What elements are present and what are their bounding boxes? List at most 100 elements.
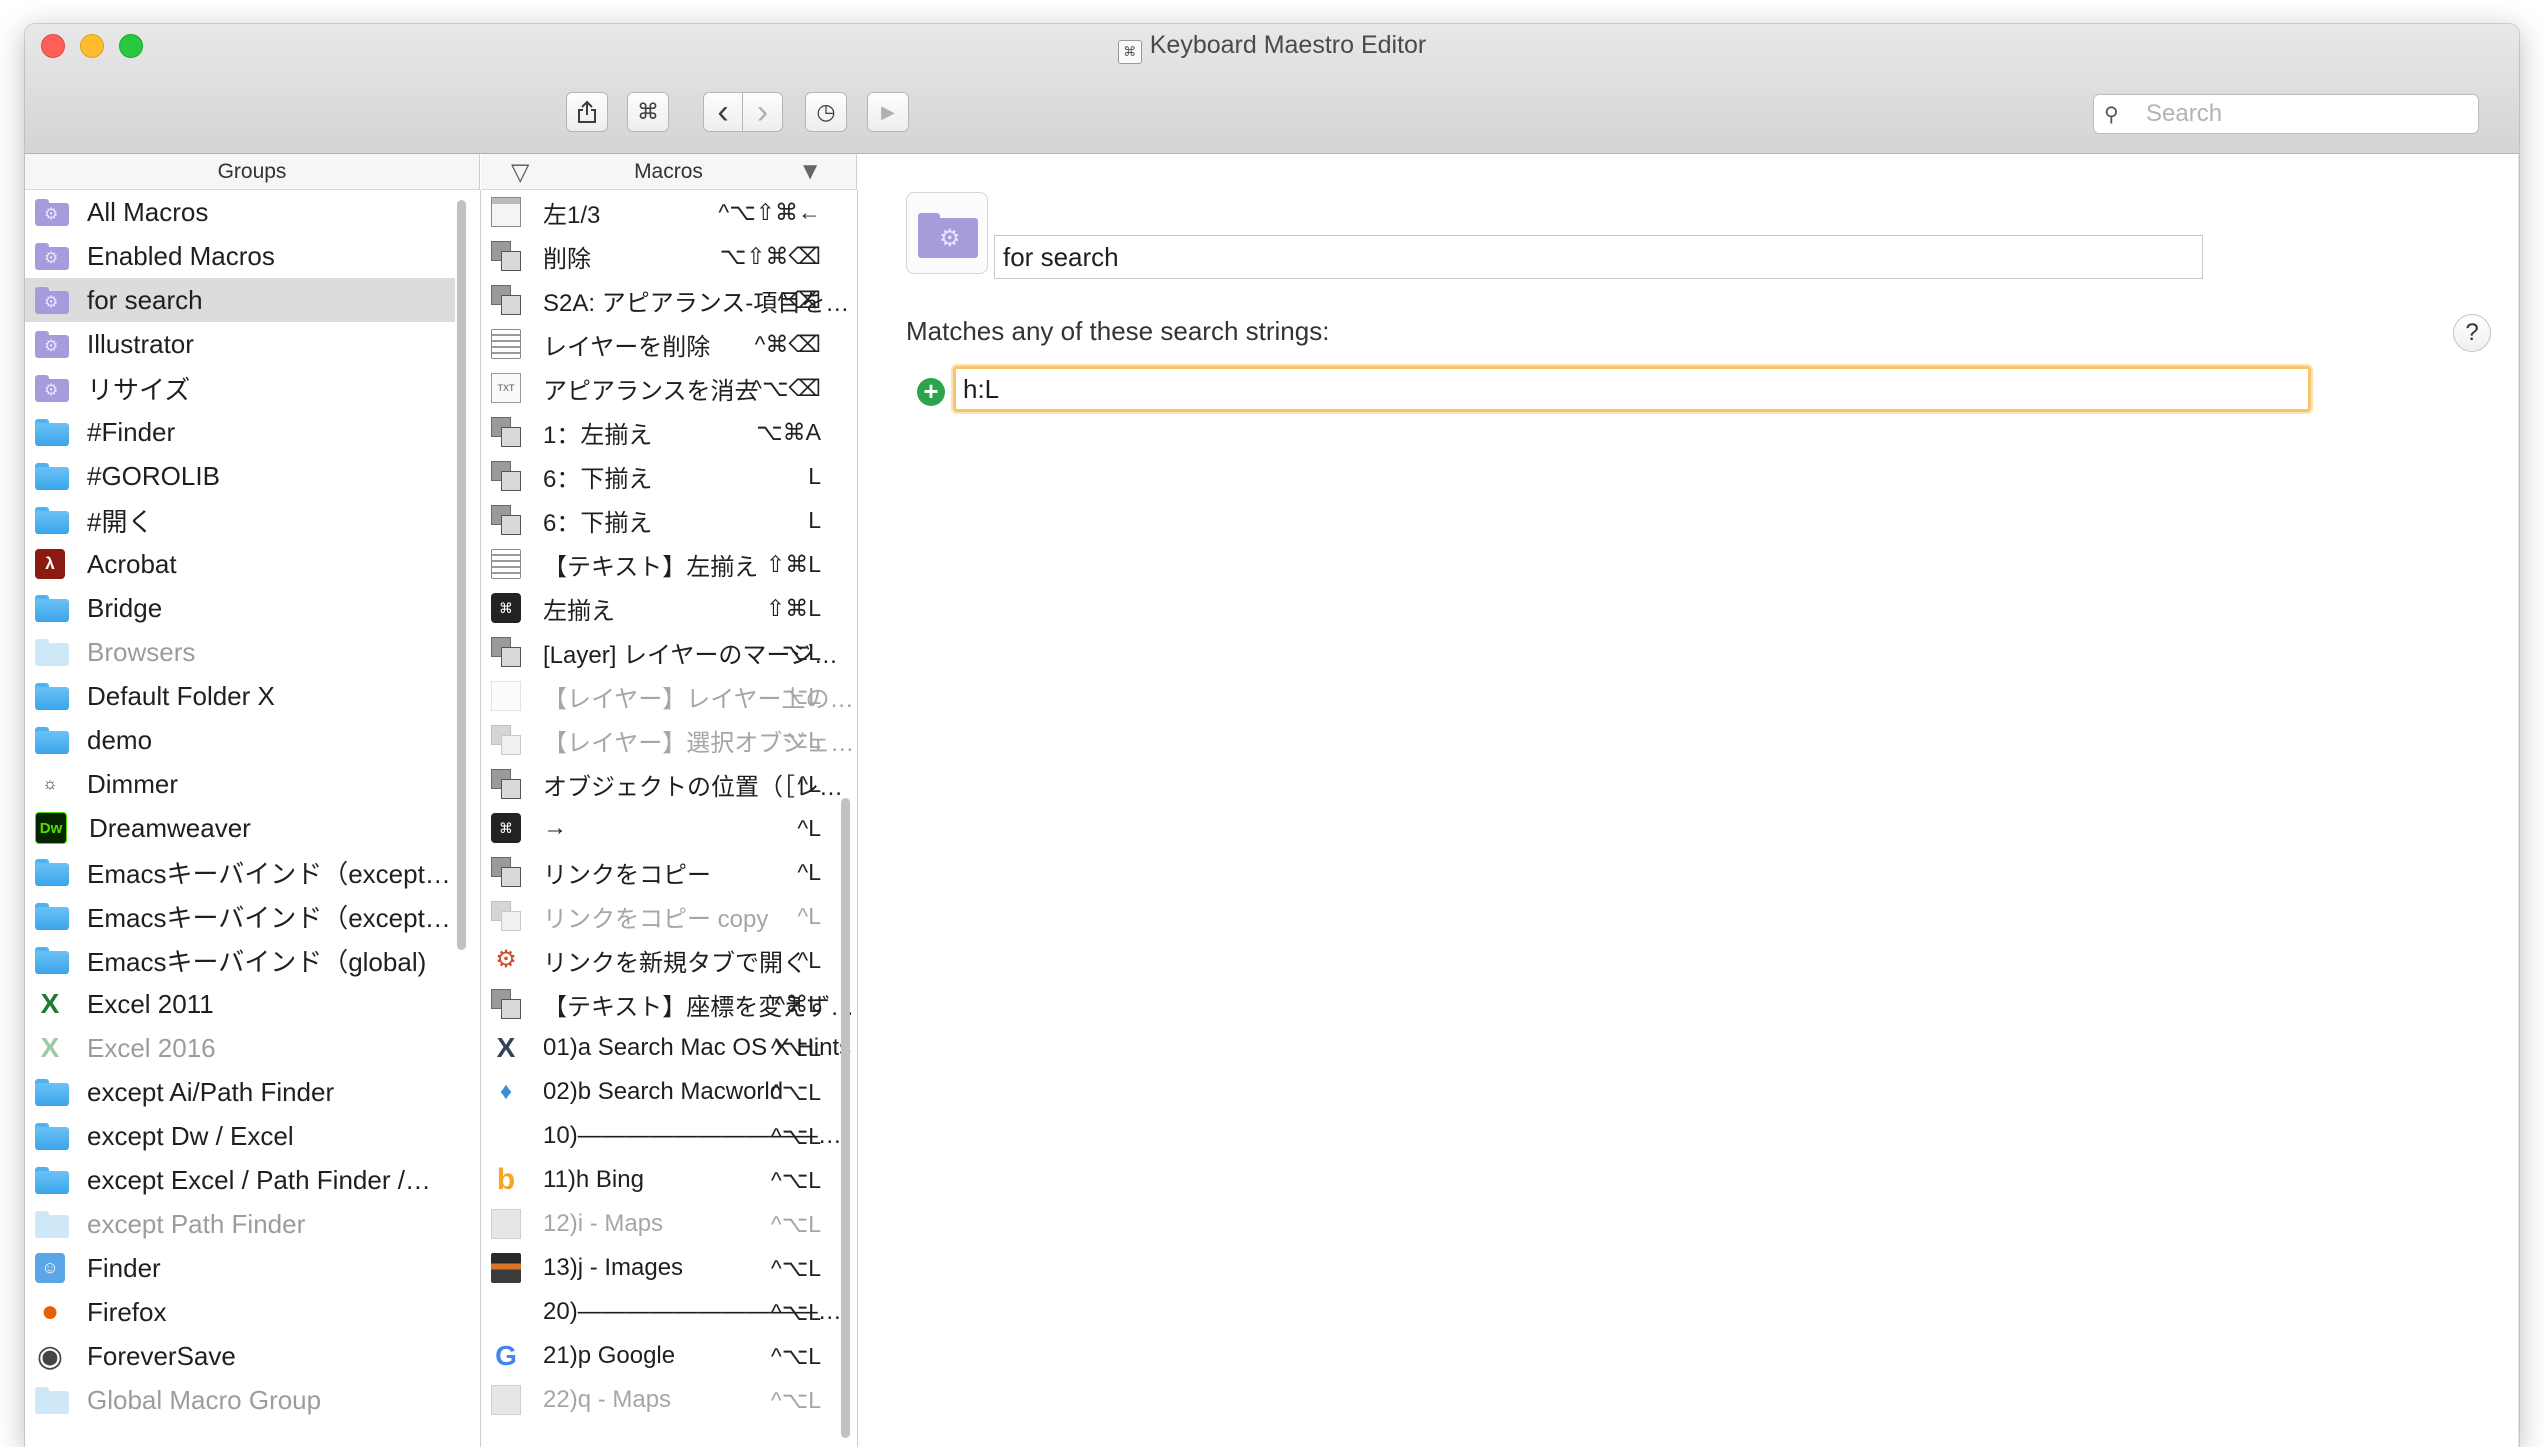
google-icon: G [495, 1340, 517, 1371]
group-item[interactable]: Dw Dreamweaver [25, 806, 480, 850]
macro-item[interactable]: リンクをコピー copy ^L [481, 894, 857, 938]
macro-item[interactable]: 【レイヤー】選択オブジェクトを新規レイ…⌥L [481, 718, 857, 762]
macros-scrollbar[interactable] [841, 798, 850, 1438]
run-button[interactable]: ▶ [867, 92, 909, 132]
macro-item[interactable]: 左1/3 ^⌥⇧⌘← [481, 190, 857, 234]
chevron-left-icon: ‹ [717, 93, 729, 131]
groups-header: Groups [25, 154, 480, 190]
folder-icon [35, 638, 69, 666]
group-detail-pane: for search Matches any of these search s… [858, 154, 2519, 1447]
command-button[interactable]: ⌘ [627, 92, 669, 132]
group-item[interactable]: All Macros [25, 190, 480, 234]
macro-item[interactable]: リンクをコピー ^L [481, 850, 857, 894]
group-item[interactable]: Emacsキーバインド（global) [25, 938, 480, 982]
group-item-label: Firefox [87, 1296, 167, 1327]
macro-item[interactable]: 10)――――――――――――― ^⌥L [481, 1114, 857, 1158]
group-name-field[interactable]: for search [994, 235, 2203, 279]
group-item[interactable]: X Excel 2011 [25, 982, 480, 1026]
hotkey-label: ^⌥L [770, 1387, 821, 1413]
group-item[interactable]: except Path Finder [25, 1202, 480, 1246]
play-icon: ▶ [881, 101, 895, 122]
group-item-label: Excel 2011 [87, 988, 214, 1019]
macro-item[interactable]: オブジェクトの位置（［レイヤー］パネル…^L [481, 762, 857, 806]
help-button[interactable]: ? [2453, 314, 2491, 352]
group-item[interactable]: Global Macro Group [25, 1378, 480, 1422]
group-item-label: Bridge [87, 592, 163, 623]
macro-item[interactable]: 6：下揃え L [481, 454, 857, 498]
macro-item[interactable]: G 21)p Google ^⌥L [481, 1334, 857, 1378]
macro-item[interactable]: [Layer] レイヤーのマージと整理 ⌥L [481, 630, 857, 674]
folder-icon [35, 682, 69, 710]
search-input[interactable] [2144, 99, 2448, 129]
macro-item[interactable]: b 11)h Bing ^⌥L [481, 1158, 857, 1202]
macro-item[interactable]: ⌘ 左揃え ⇧⌘L [481, 586, 857, 630]
group-item[interactable]: except Dw / Excel [25, 1114, 480, 1158]
macro-item[interactable]: TXT アピアランスを消去 ^⌥⌫ [481, 366, 857, 410]
group-item-label: Dimmer [87, 768, 178, 799]
macro-item[interactable]: 1：左揃え ⌥⌘A [481, 410, 857, 454]
macro-item[interactable]: S2A: アピアランス-項目を削除 ^⌫ [481, 278, 857, 322]
group-item[interactable]: Illustrator [25, 322, 480, 366]
macro-item[interactable]: ⚙ リンクを新規タブで開く ^L [481, 938, 857, 982]
group-item[interactable]: Bridge [25, 586, 480, 630]
group-item[interactable]: Default Folder X [25, 674, 480, 718]
group-item-label: Dreamweaver [89, 812, 251, 843]
search-field[interactable]: ⚲ [2093, 94, 2479, 134]
group-item[interactable]: #開く [25, 498, 480, 542]
group-item[interactable]: λ Acrobat [25, 542, 480, 586]
group-item-label: Emacsキーバインド（global) [87, 946, 427, 977]
macro-item[interactable]: 削除 ⌥⇧⌘⌫ [481, 234, 857, 278]
group-item[interactable]: ☼ Dimmer [25, 762, 480, 806]
macro-item[interactable]: レイヤーを削除 ^⌘⌫ [481, 322, 857, 366]
group-item[interactable]: ● Firefox [25, 1290, 480, 1334]
group-item[interactable]: demo [25, 718, 480, 762]
sort-menu-icon[interactable]: ▼ [798, 158, 822, 186]
back-button[interactable]: ‹ [703, 92, 743, 132]
group-item[interactable]: ☺ Finder [25, 1246, 480, 1290]
macro-item[interactable]: 【テキスト】座標を変えずに左揃え^⌘L [481, 982, 857, 1026]
history-button[interactable]: ◷ [805, 92, 847, 132]
macro-item[interactable]: ♦ 02)b Search Macworld ^⌥L [481, 1070, 857, 1114]
acrobat-icon: λ [35, 549, 65, 579]
hotkey-label: ^⌥L [770, 1255, 821, 1281]
macro-item[interactable]: X 01)a Search Mac OS X Hints ^⌥L [481, 1026, 857, 1070]
macro-stack-icon [491, 505, 521, 535]
groups-scrollbar[interactable] [457, 200, 466, 950]
blank-icon [491, 681, 521, 711]
group-item-label: Acrobat [87, 548, 177, 579]
macro-item[interactable]: 【レイヤー】レイヤー上のオブジェクトを選択⌥L [481, 674, 857, 718]
group-item-label: Browsers [87, 636, 196, 667]
filter-icon[interactable]: ▽ [511, 158, 529, 187]
group-item[interactable]: Browsers [25, 630, 480, 674]
group-item[interactable]: for search [25, 278, 455, 322]
group-item[interactable]: Emacsキーバインド（except… [25, 850, 480, 894]
macro-item[interactable]: ⌘ → ^L [481, 806, 857, 850]
macro-item[interactable]: 13)j - Images ^⌥L [481, 1246, 857, 1290]
add-search-string-button[interactable]: + [917, 378, 945, 406]
share-button[interactable] [566, 92, 608, 132]
macro-item[interactable]: 【テキスト】左揃え ⇧⌘L [481, 542, 857, 586]
group-item[interactable]: Enabled Macros [25, 234, 480, 278]
group-item[interactable]: Emacsキーバインド（except… [25, 894, 480, 938]
group-item-label: Global Macro Group [87, 1384, 322, 1415]
group-item[interactable]: リサイズ [25, 366, 480, 410]
window-icon [491, 197, 521, 227]
group-item[interactable]: X Excel 2016 [25, 1026, 480, 1070]
hotkey-label: ^⌘L [774, 991, 821, 1017]
group-item[interactable]: #Finder [25, 410, 480, 454]
macro-item[interactable]: 12)i - Maps ^⌥L [481, 1202, 857, 1246]
group-item[interactable]: except Excel / Path Finder /… [25, 1158, 480, 1202]
group-icon-well[interactable] [906, 192, 988, 274]
macro-item[interactable]: 22)q - Maps ^⌥L [481, 1378, 857, 1422]
hotkey-label: ⌥L [781, 639, 821, 665]
search-string-field[interactable]: h:L [953, 366, 2311, 412]
group-item-label: リサイズ [87, 374, 191, 405]
forward-button[interactable]: › [743, 92, 783, 132]
macro-item[interactable]: 6：下揃え L [481, 498, 857, 542]
foreversave-icon: ◉ [36, 1339, 64, 1373]
excel-icon: X [40, 1032, 60, 1063]
group-item[interactable]: ◉ ForeverSave [25, 1334, 480, 1378]
macro-item[interactable]: 20)――――――――――――― ^⌥L [481, 1290, 857, 1334]
group-item[interactable]: #GOROLIB [25, 454, 480, 498]
group-item[interactable]: except Ai/Path Finder [25, 1070, 480, 1114]
